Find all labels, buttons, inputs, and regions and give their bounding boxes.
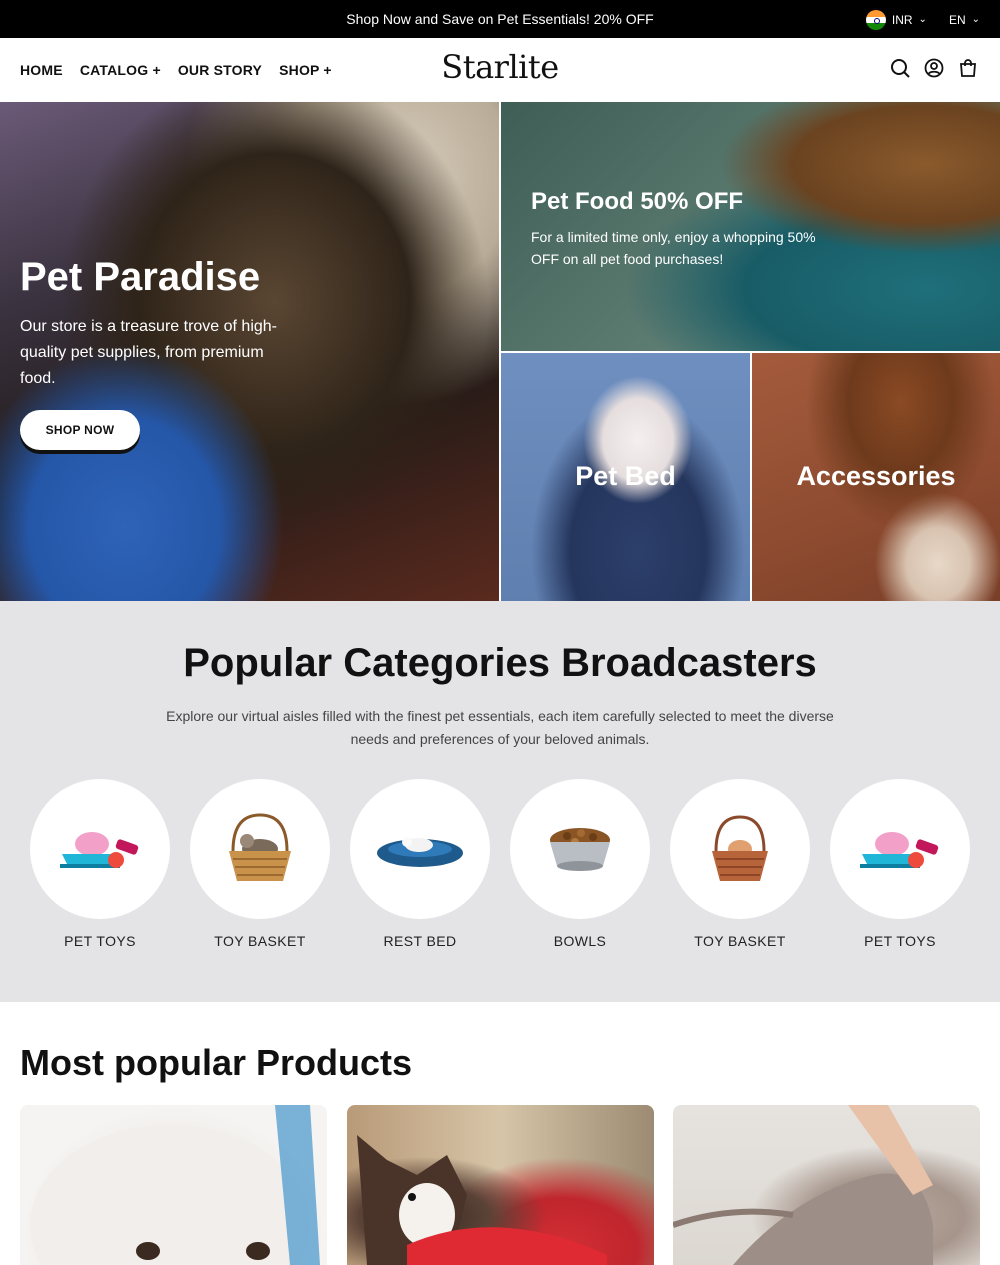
product-image bbox=[673, 1105, 933, 1265]
product-card[interactable] bbox=[347, 1105, 654, 1265]
category-item[interactable]: BOWLS bbox=[510, 779, 650, 949]
pet-food-banner[interactable]: Pet Food 50% OFF For a limited time only… bbox=[501, 102, 1000, 351]
pet-food-text: For a limited time only, enjoy a whoppin… bbox=[531, 229, 816, 267]
category-name: PET TOYS bbox=[864, 933, 936, 949]
category-item[interactable]: TOY BASKET bbox=[190, 779, 330, 949]
chevron-down-icon: ⌄ bbox=[971, 13, 980, 25]
basket-cat-icon bbox=[229, 813, 291, 881]
category-name: TOY BASKET bbox=[694, 933, 786, 949]
pet-bed-icon bbox=[377, 837, 463, 867]
chevron-down-icon: ⌄ bbox=[918, 13, 927, 25]
locale-selectors: INR ⌄ EN ⌄ bbox=[865, 10, 980, 30]
popular-products-title: Most popular Products bbox=[20, 1042, 413, 1083]
product-card[interactable] bbox=[20, 1105, 327, 1265]
hero-text: Our store is a treasure trove of high-qu… bbox=[20, 318, 277, 387]
hero-section: Pet Paradise Our store is a treasure tro… bbox=[0, 102, 1000, 601]
product-card[interactable] bbox=[673, 1105, 980, 1265]
category-image bbox=[350, 779, 490, 919]
product-image bbox=[30, 1105, 320, 1265]
pet-bed-label: Pet Bed bbox=[575, 461, 676, 491]
accessories-label: Accessories bbox=[796, 461, 956, 491]
site-header: HOME CATALOG + OUR STORY SHOP + Starlite bbox=[0, 38, 1000, 102]
category-image bbox=[830, 779, 970, 919]
category-image bbox=[670, 779, 810, 919]
category-name: BOWLS bbox=[553, 933, 607, 949]
pet-food-title: Pet Food 50% OFF bbox=[531, 188, 744, 215]
language-selector[interactable]: EN ⌄ bbox=[949, 13, 980, 27]
site-logo[interactable]: Starlite bbox=[0, 48, 1000, 86]
categories-description: Explore our virtual aisles filled with t… bbox=[166, 708, 834, 747]
pet-bed-banner[interactable]: Pet Bed bbox=[501, 353, 750, 601]
category-image bbox=[190, 779, 330, 919]
category-name: TOY BASKET bbox=[214, 933, 306, 949]
currency-selector[interactable]: INR ⌄ bbox=[865, 10, 927, 30]
search-icon[interactable] bbox=[890, 58, 910, 83]
pet-toys-icon bbox=[860, 832, 939, 868]
currency-label: INR bbox=[891, 13, 913, 27]
category-item[interactable]: TOY BASKET bbox=[670, 779, 810, 949]
shop-now-button[interactable]: SHOP NOW bbox=[20, 410, 140, 450]
india-flag-icon bbox=[865, 10, 886, 30]
account-icon[interactable] bbox=[924, 58, 944, 83]
categories-title: Popular Categories Broadcasters bbox=[183, 641, 817, 685]
category-image bbox=[30, 779, 170, 919]
hero-main-banner[interactable]: Pet Paradise Our store is a treasure tro… bbox=[0, 102, 499, 601]
announcement-message: Shop Now and Save on Pet Essentials! 20%… bbox=[346, 11, 654, 27]
category-list: PET TOYS TOY BASKET REST BED BOWLS TOY B… bbox=[30, 779, 970, 949]
category-image bbox=[510, 779, 650, 919]
hero-title: Pet Paradise bbox=[20, 255, 261, 299]
cart-icon[interactable] bbox=[958, 58, 978, 83]
header-icons bbox=[890, 58, 978, 83]
category-item[interactable]: PET TOYS bbox=[830, 779, 970, 949]
popular-categories-section: Popular Categories Broadcasters Explore … bbox=[0, 601, 1000, 1002]
food-bowl-icon bbox=[550, 828, 610, 871]
announcement-bar: Shop Now and Save on Pet Essentials! 20%… bbox=[0, 0, 1000, 38]
category-item[interactable]: REST BED bbox=[350, 779, 490, 949]
category-item[interactable]: PET TOYS bbox=[30, 779, 170, 949]
pet-toys-icon bbox=[60, 832, 139, 868]
language-label: EN bbox=[948, 13, 966, 27]
category-name: REST BED bbox=[383, 933, 457, 949]
basket-hamster-icon bbox=[712, 815, 768, 881]
category-name: PET TOYS bbox=[64, 933, 136, 949]
accessories-banner[interactable]: Accessories bbox=[752, 353, 1000, 601]
product-image bbox=[357, 1135, 607, 1265]
